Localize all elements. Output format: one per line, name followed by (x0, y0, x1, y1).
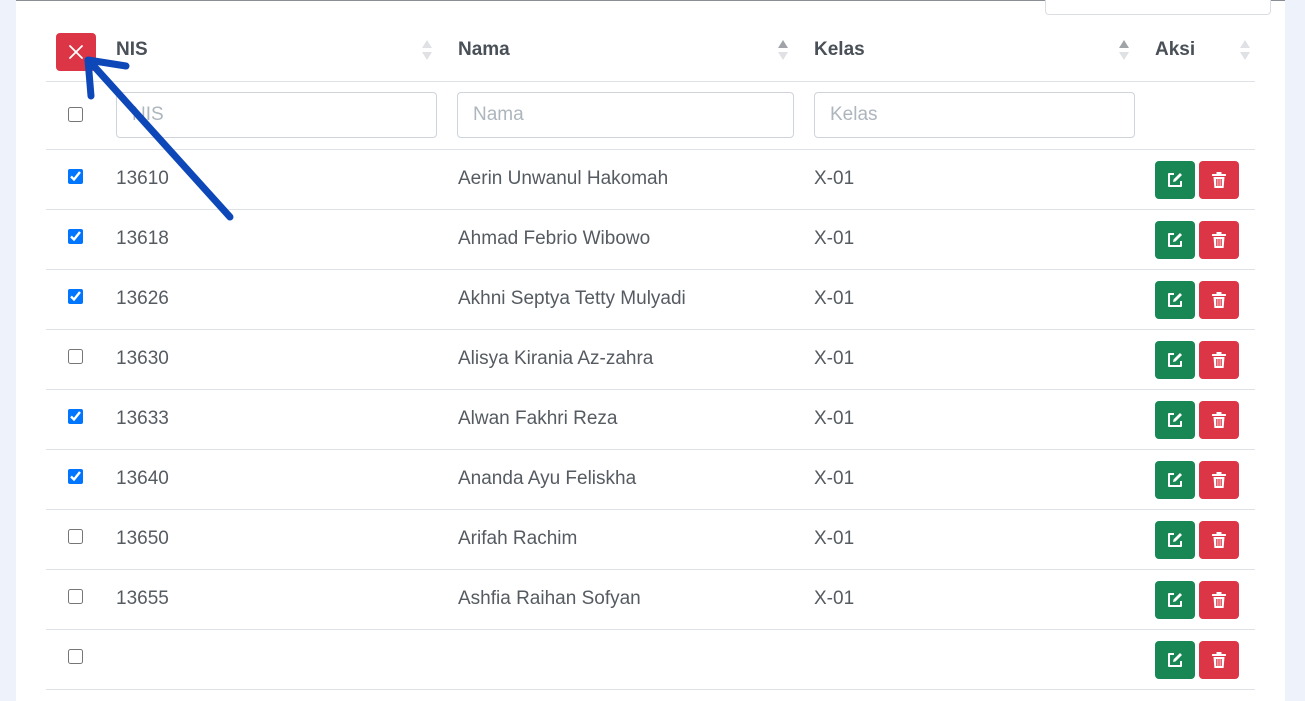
row-checkbox[interactable] (68, 409, 83, 424)
cell-kelas: X-01 (814, 588, 855, 609)
trash-icon (1212, 352, 1226, 368)
edit-button[interactable] (1155, 341, 1195, 379)
close-icon (69, 45, 83, 59)
trash-icon (1212, 292, 1226, 308)
row-checkbox[interactable] (68, 529, 83, 544)
cell-kelas: X-01 (814, 228, 855, 249)
row-checkbox[interactable] (68, 649, 83, 664)
nama-filter-input[interactable] (457, 92, 794, 138)
edit-icon (1168, 593, 1182, 607)
sort-icon-nama[interactable] (778, 40, 788, 62)
row-checkbox[interactable] (68, 229, 83, 244)
row-checkbox[interactable] (68, 169, 83, 184)
cell-nama: Arifah Rachim (458, 528, 578, 549)
delete-button[interactable] (1199, 401, 1239, 439)
cell-nama: Ashfia Raihan Sofyan (458, 588, 641, 609)
header-kelas[interactable]: Kelas (814, 39, 865, 61)
cell-nis: 13618 (116, 228, 169, 249)
cell-nis: 13633 (116, 408, 169, 429)
data-table-card: NIS Nama Kelas Aksi 13610 Aerin Unwanul … (16, 0, 1285, 701)
cell-nama: Ahmad Febrio Wibowo (458, 228, 651, 249)
edit-icon (1168, 473, 1182, 487)
edit-button[interactable] (1155, 221, 1195, 259)
edit-icon (1168, 353, 1182, 367)
table-row: 13650 Arifah Rachim X-01 (46, 510, 1255, 570)
cell-kelas: X-01 (814, 528, 855, 549)
table-filter-row (46, 82, 1255, 150)
table-row: 13630 Alisya Kirania Az-zahra X-01 (46, 330, 1255, 390)
header-nama[interactable]: Nama (458, 39, 510, 61)
delete-button[interactable] (1199, 221, 1239, 259)
row-checkbox[interactable] (68, 469, 83, 484)
table-header-row: NIS Nama Kelas Aksi (46, 1, 1255, 82)
edit-button[interactable] (1155, 521, 1195, 559)
trash-icon (1212, 172, 1226, 188)
edit-button[interactable] (1155, 581, 1195, 619)
cell-nama: Alisya Kirania Az-zahra (458, 348, 654, 369)
table-row: 13618 Ahmad Febrio Wibowo X-01 (46, 210, 1255, 270)
edit-icon (1168, 533, 1182, 547)
edit-button[interactable] (1155, 281, 1195, 319)
table-row (46, 630, 1255, 690)
delete-button[interactable] (1199, 641, 1239, 679)
sort-icon-kelas[interactable] (1119, 40, 1129, 62)
trash-icon (1212, 652, 1226, 668)
student-table: NIS Nama Kelas Aksi 13610 Aerin Unwanul … (46, 1, 1255, 690)
cell-nama: Ananda Ayu Feliskha (458, 468, 637, 489)
row-checkbox[interactable] (68, 589, 83, 604)
cell-kelas: X-01 (814, 288, 855, 309)
delete-button[interactable] (1199, 581, 1239, 619)
header-nis[interactable]: NIS (116, 39, 148, 61)
table-row: 13626 Akhni Septya Tetty Mulyadi X-01 (46, 270, 1255, 330)
select-all-checkbox[interactable] (68, 107, 83, 122)
edit-button[interactable] (1155, 641, 1195, 679)
cell-nis: 13626 (116, 288, 169, 309)
row-checkbox[interactable] (68, 289, 83, 304)
trash-icon (1212, 472, 1226, 488)
sort-icon-aksi[interactable] (1240, 40, 1250, 62)
cell-nis: 13640 (116, 468, 169, 489)
sort-icon-nis[interactable] (422, 40, 432, 62)
delete-button[interactable] (1199, 521, 1239, 559)
edit-icon (1168, 413, 1182, 427)
delete-button[interactable] (1199, 161, 1239, 199)
row-checkbox[interactable] (68, 349, 83, 364)
delete-button[interactable] (1199, 461, 1239, 499)
delete-button[interactable] (1199, 341, 1239, 379)
edit-icon (1168, 233, 1182, 247)
cell-kelas: X-01 (814, 408, 855, 429)
edit-button[interactable] (1155, 461, 1195, 499)
delete-button[interactable] (1199, 281, 1239, 319)
edit-icon (1168, 653, 1182, 667)
header-aksi: Aksi (1155, 39, 1196, 60)
cell-nama: Alwan Fakhri Reza (458, 408, 618, 429)
cell-nis: 13650 (116, 528, 169, 549)
table-row: 13655 Ashfia Raihan Sofyan X-01 (46, 570, 1255, 630)
cell-kelas: X-01 (814, 468, 855, 489)
edit-icon (1168, 173, 1182, 187)
cell-kelas: X-01 (814, 348, 855, 369)
table-row: 13640 Ananda Ayu Feliskha X-01 (46, 450, 1255, 510)
cell-nis: 13655 (116, 588, 169, 609)
nis-filter-input[interactable] (116, 92, 437, 138)
cell-nis: 13610 (116, 168, 169, 189)
cell-kelas: X-01 (814, 168, 855, 189)
trash-icon (1212, 232, 1226, 248)
clear-selection-button[interactable] (56, 33, 96, 71)
trash-icon (1212, 412, 1226, 428)
cell-nama: Aerin Unwanul Hakomah (458, 168, 669, 189)
edit-button[interactable] (1155, 161, 1195, 199)
edit-icon (1168, 293, 1182, 307)
cell-nama: Akhni Septya Tetty Mulyadi (458, 288, 686, 309)
kelas-filter-input[interactable] (814, 92, 1135, 138)
edit-button[interactable] (1155, 401, 1195, 439)
table-row: 13610 Aerin Unwanul Hakomah X-01 (46, 150, 1255, 210)
trash-icon (1212, 532, 1226, 548)
cell-nis: 13630 (116, 348, 169, 369)
trash-icon (1212, 592, 1226, 608)
table-row: 13633 Alwan Fakhri Reza X-01 (46, 390, 1255, 450)
